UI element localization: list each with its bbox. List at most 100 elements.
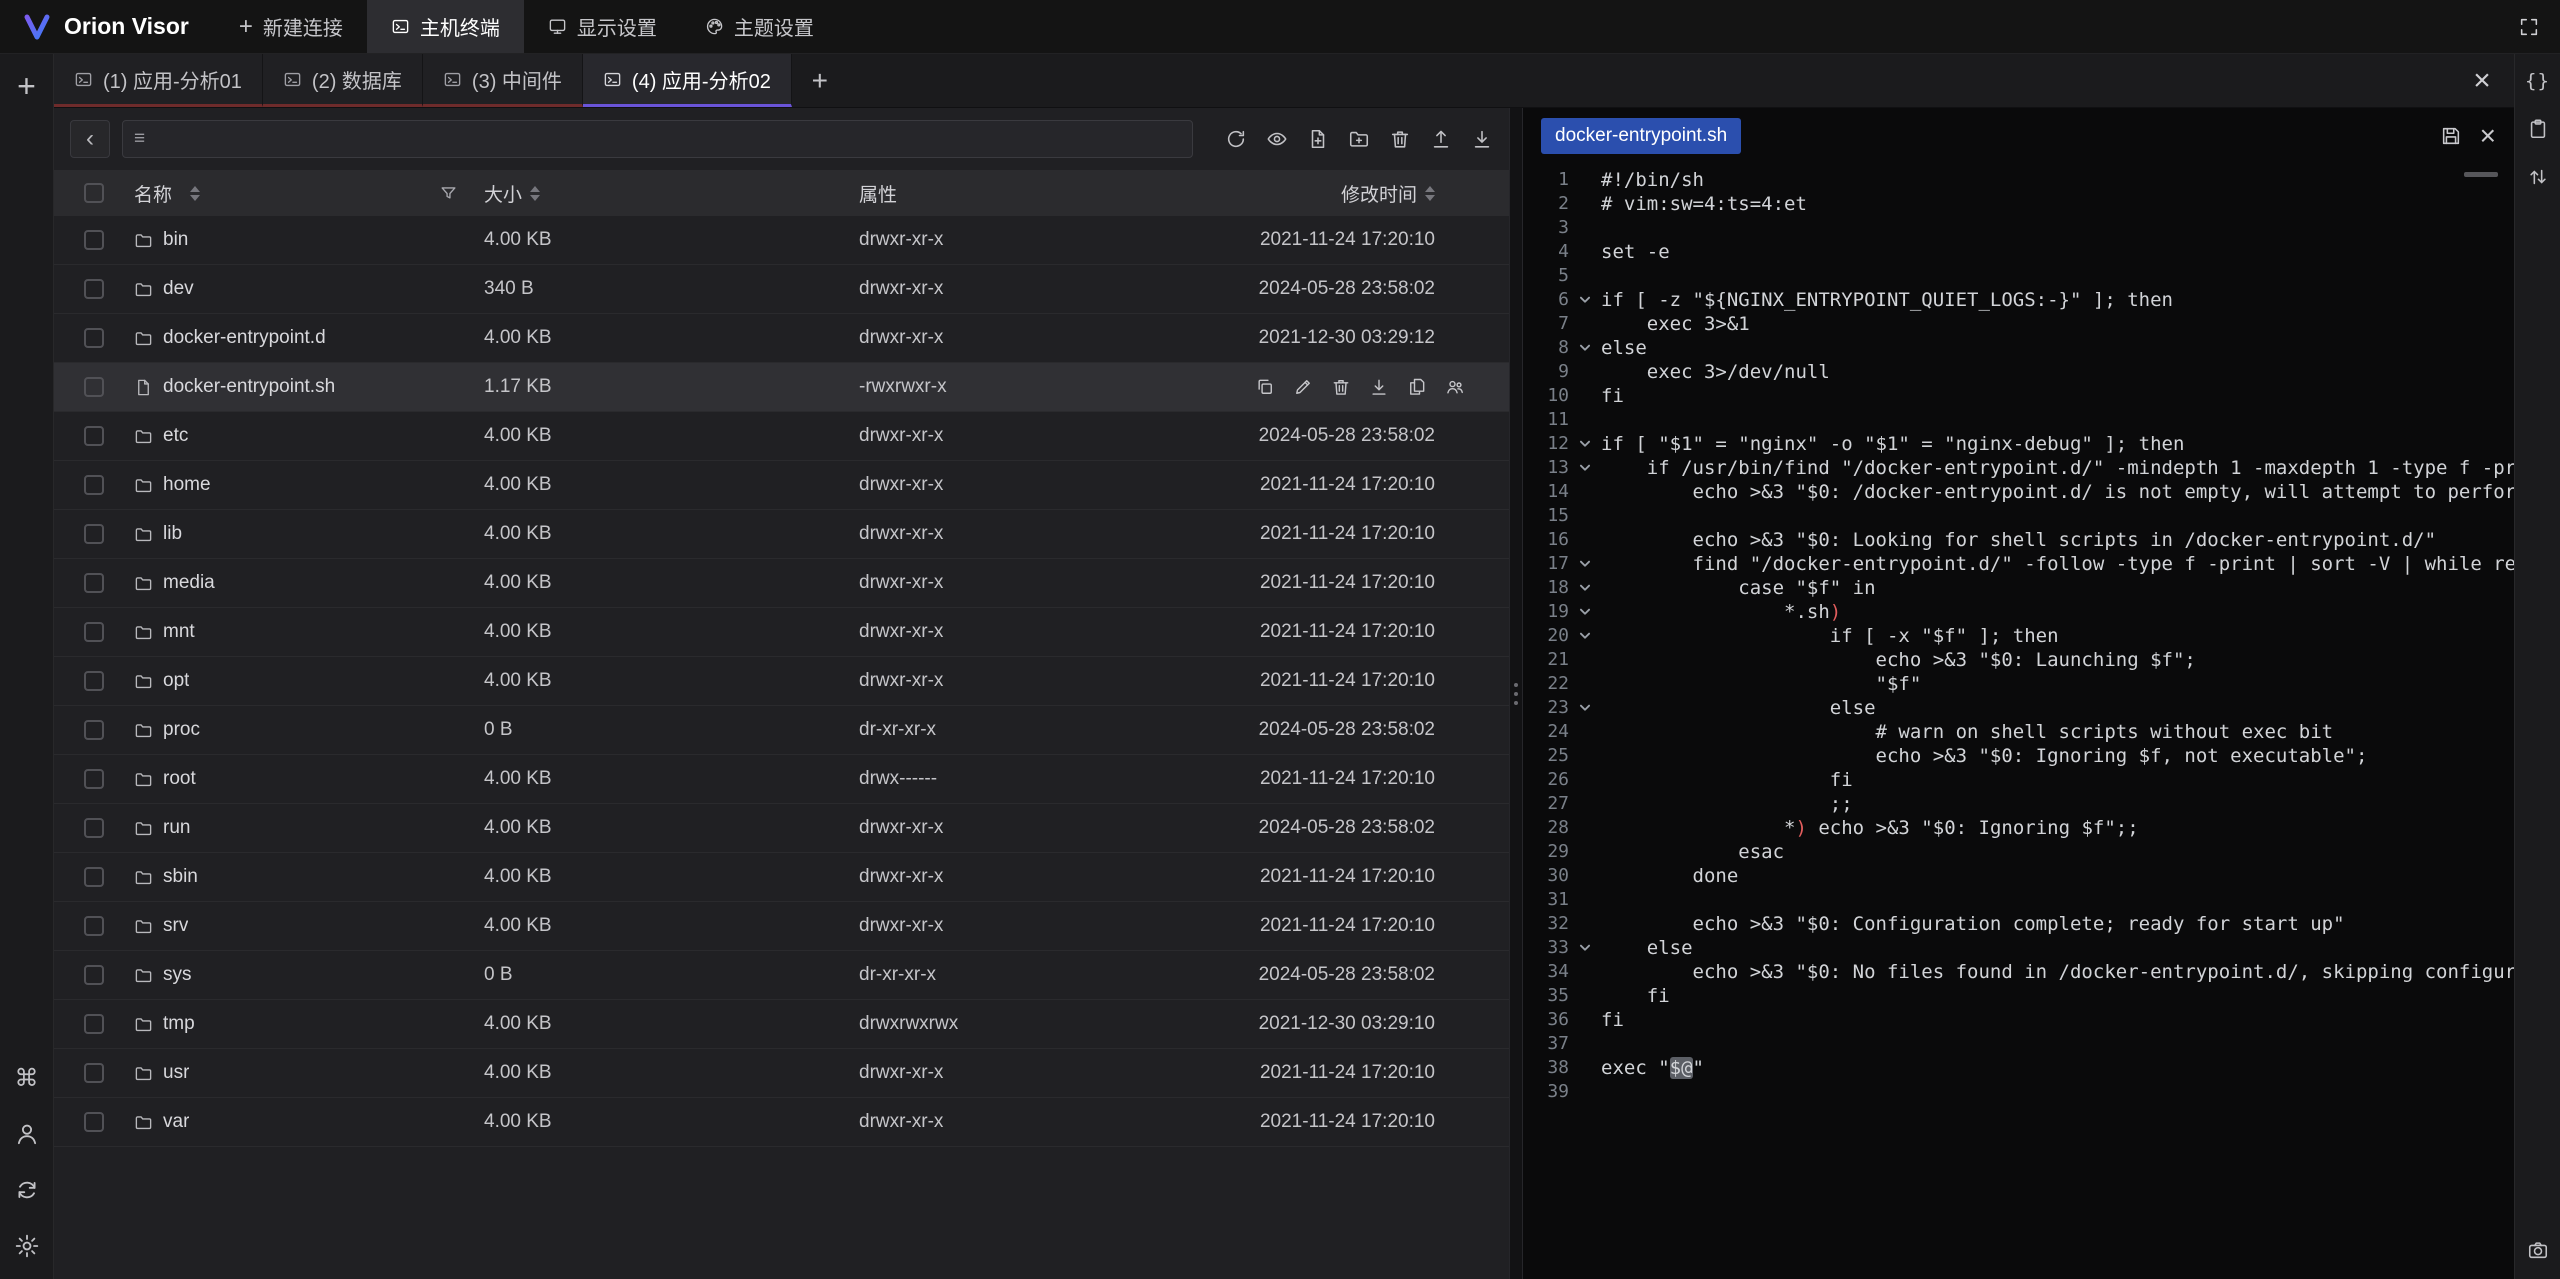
file-name[interactable]: srv xyxy=(163,915,188,937)
sort-icon[interactable] xyxy=(530,186,540,201)
table-row[interactable]: sbin4.00 KBdrwxr-xr-x2021-11-24 17:20:10 xyxy=(54,853,1509,902)
row-checkbox[interactable] xyxy=(84,426,104,446)
table-row[interactable]: sys0 Bdr-xr-xr-x2024-05-28 23:58:02 xyxy=(54,951,1509,1000)
row-checkbox[interactable] xyxy=(84,622,104,642)
file-name[interactable]: run xyxy=(163,817,190,839)
table-row[interactable]: srv4.00 KBdrwxr-xr-x2021-11-24 17:20:10 xyxy=(54,902,1509,951)
row-checkbox[interactable] xyxy=(84,573,104,593)
nav-host-terminal[interactable]: 主机终端 xyxy=(367,0,524,53)
row-checkbox[interactable] xyxy=(84,230,104,250)
fold-chevron-icon[interactable] xyxy=(1569,288,1601,312)
table-row[interactable]: opt4.00 KBdrwxr-xr-x2021-11-24 17:20:10 xyxy=(54,657,1509,706)
editor-file-tab[interactable]: docker-entrypoint.sh xyxy=(1541,118,1741,154)
new-tab-icon[interactable]: + xyxy=(17,68,36,105)
table-row[interactable]: lib4.00 KBdrwxr-xr-x2021-11-24 17:20:10 xyxy=(54,510,1509,559)
command-icon[interactable]: ⌘ xyxy=(15,1067,39,1091)
brand[interactable]: Orion Visor xyxy=(0,0,215,53)
upload-icon[interactable] xyxy=(1430,128,1452,150)
back-button[interactable]: ‹ xyxy=(70,120,110,158)
file-name[interactable]: dev xyxy=(163,278,194,300)
settings-gear-icon[interactable] xyxy=(14,1233,40,1259)
swap-vertical-icon[interactable] xyxy=(2527,166,2549,188)
tab-app-analysis-01[interactable]: (1) 应用-分析01 xyxy=(54,54,263,107)
close-panel-button[interactable]: × xyxy=(2450,54,2514,107)
table-row[interactable]: root4.00 KBdrwx------2021-11-24 17:20:10 xyxy=(54,755,1509,804)
nav-theme-settings[interactable]: 主题设置 xyxy=(681,0,838,53)
nav-new-connection[interactable]: + 新建连接 xyxy=(215,0,367,53)
column-size[interactable]: 大小 xyxy=(484,180,522,207)
row-checkbox[interactable] xyxy=(84,916,104,936)
preview-icon[interactable] xyxy=(1266,128,1288,150)
new-file-icon[interactable] xyxy=(1307,128,1329,150)
row-checkbox[interactable] xyxy=(84,1014,104,1034)
sort-icon[interactable] xyxy=(190,186,200,201)
table-row[interactable]: var4.00 KBdrwxr-xr-x2021-11-24 17:20:10 xyxy=(54,1098,1509,1147)
row-checkbox[interactable] xyxy=(84,328,104,348)
row-checkbox[interactable] xyxy=(84,818,104,838)
table-row[interactable]: docker-entrypoint.sh1.17 KB-rwxrwxr-x xyxy=(54,363,1509,412)
row-checkbox[interactable] xyxy=(84,475,104,495)
column-name[interactable]: 名称 xyxy=(134,180,172,207)
file-name[interactable]: media xyxy=(163,572,215,594)
tab-database[interactable]: (2) 数据库 xyxy=(263,54,423,107)
row-checkbox[interactable] xyxy=(84,279,104,299)
sync-icon[interactable] xyxy=(14,1177,40,1203)
row-checkbox[interactable] xyxy=(84,524,104,544)
file-name[interactable]: mnt xyxy=(163,621,195,643)
table-row[interactable]: proc0 Bdr-xr-xr-x2024-05-28 23:58:02 xyxy=(54,706,1509,755)
download-icon[interactable] xyxy=(1471,128,1493,150)
file-name[interactable]: root xyxy=(163,768,196,790)
table-row[interactable]: tmp4.00 KBdrwxrwxrwx2021-12-30 03:29:10 xyxy=(54,1000,1509,1049)
new-folder-icon[interactable] xyxy=(1348,128,1370,150)
file-name[interactable]: lib xyxy=(163,523,182,545)
fold-chevron-icon[interactable] xyxy=(1569,696,1601,720)
fold-chevron-icon[interactable] xyxy=(1569,552,1601,576)
row-checkbox[interactable] xyxy=(84,671,104,691)
duplicate-icon[interactable] xyxy=(1407,377,1427,397)
table-row[interactable]: media4.00 KBdrwxr-xr-x2021-11-24 17:20:1… xyxy=(54,559,1509,608)
screenshot-camera-icon[interactable] xyxy=(2527,1239,2549,1261)
file-name[interactable]: usr xyxy=(163,1062,189,1084)
table-row[interactable]: dev340 Bdrwxr-xr-x2024-05-28 23:58:02 xyxy=(54,265,1509,314)
fold-chevron-icon[interactable] xyxy=(1569,336,1601,360)
panel-resize-handle[interactable] xyxy=(1509,108,1523,1279)
filter-icon[interactable] xyxy=(439,184,458,203)
file-name[interactable]: etc xyxy=(163,425,188,447)
tab-app-analysis-02[interactable]: (4) 应用-分析02 xyxy=(583,54,792,107)
permission-icon[interactable] xyxy=(1445,377,1465,397)
row-checkbox[interactable] xyxy=(84,1112,104,1132)
file-name[interactable]: bin xyxy=(163,229,188,251)
fold-chevron-icon[interactable] xyxy=(1569,432,1601,456)
row-checkbox[interactable] xyxy=(84,1063,104,1083)
table-row[interactable]: run4.00 KBdrwxr-xr-x2024-05-28 23:58:02 xyxy=(54,804,1509,853)
fold-chevron-icon[interactable] xyxy=(1569,936,1601,960)
snippet-braces-icon[interactable]: {} xyxy=(2525,70,2550,92)
file-name[interactable]: home xyxy=(163,474,211,496)
add-tab-button[interactable]: + xyxy=(792,54,848,107)
code-area[interactable]: 1#!/bin/sh2# vim:sw=4:ts=4:et34set -e56i… xyxy=(1523,164,2514,1104)
row-checkbox[interactable] xyxy=(84,965,104,985)
nav-display-settings[interactable]: 显示设置 xyxy=(524,0,681,53)
row-checkbox[interactable] xyxy=(84,769,104,789)
table-row[interactable]: usr4.00 KBdrwxr-xr-x2021-11-24 17:20:10 xyxy=(54,1049,1509,1098)
path-input[interactable] xyxy=(122,120,1193,158)
column-mtime[interactable]: 修改时间 xyxy=(1341,180,1417,207)
table-row[interactable]: etc4.00 KBdrwxr-xr-x2024-05-28 23:58:02 xyxy=(54,412,1509,461)
refresh-icon[interactable] xyxy=(1225,128,1247,150)
row-checkbox[interactable] xyxy=(84,377,104,397)
table-row[interactable]: home4.00 KBdrwxr-xr-x2021-11-24 17:20:10 xyxy=(54,461,1509,510)
save-icon[interactable] xyxy=(2440,125,2462,147)
delete-icon[interactable] xyxy=(1331,377,1351,397)
fold-chevron-icon[interactable] xyxy=(1569,456,1601,480)
copy-icon[interactable] xyxy=(1255,377,1275,397)
fold-chevron-icon[interactable] xyxy=(1569,600,1601,624)
file-name[interactable]: tmp xyxy=(163,1013,195,1035)
sort-icon[interactable] xyxy=(1425,186,1435,201)
edit-icon[interactable] xyxy=(1293,377,1313,397)
editor-close-icon[interactable]: × xyxy=(2480,122,2496,150)
fold-chevron-icon[interactable] xyxy=(1569,576,1601,600)
table-row[interactable]: mnt4.00 KBdrwxr-xr-x2021-11-24 17:20:10 xyxy=(54,608,1509,657)
select-all-checkbox[interactable] xyxy=(84,183,104,203)
clipboard-icon[interactable] xyxy=(2527,118,2549,140)
fullscreen-icon[interactable] xyxy=(2518,16,2540,38)
